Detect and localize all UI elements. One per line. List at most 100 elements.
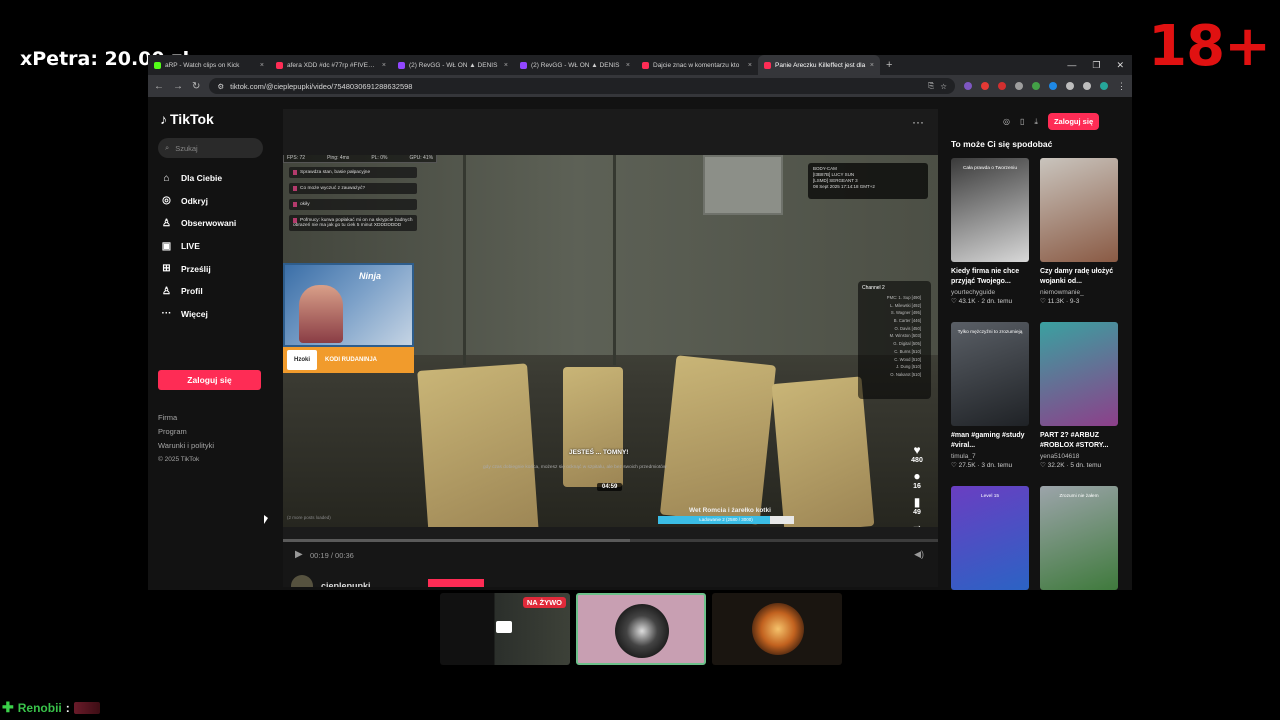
browser-tab[interactable]: Panie Areczku Killeffect jest dla × <box>758 55 880 75</box>
new-tab-button[interactable]: + <box>886 59 892 71</box>
recommended-video-card[interactable]: Zrozumi nie żałem <box>1040 486 1118 590</box>
save-button[interactable]: ▮ 49 <box>913 495 921 516</box>
browser-tab[interactable]: (2) RevGG - WŁ ON ▲ DENIS × <box>392 55 514 75</box>
tiktok-favicon-icon <box>764 61 771 69</box>
extension-icon[interactable] <box>964 82 972 90</box>
video-author[interactable]: yourtechyguide <box>951 289 1029 296</box>
scene-thumbnail-fire[interactable] <box>712 593 842 665</box>
url-text[interactable]: tiktok.com/@cieplepupki/video/7548030691… <box>230 82 922 91</box>
sidebar-item-profil[interactable]: ♙ Profil <box>160 280 236 303</box>
video-thumbnail[interactable]: Zrozumi nie żałem <box>1040 486 1118 590</box>
browser-tab[interactable]: aRP - Watch clips on Kick × <box>148 55 270 75</box>
author-avatar[interactable] <box>291 575 313 587</box>
avatar <box>615 604 669 658</box>
sidebar-item-obserwowani[interactable]: ♙ Obserwowani <box>160 212 236 235</box>
recommended-video-card[interactable]: Cała prawda o Tworzeniu Kiedy firma nie c… <box>951 158 1029 322</box>
video-thumbnail[interactable]: Tylko mężczyźni to zrozumieją <box>951 322 1029 426</box>
video-author[interactable]: timula_7 <box>951 453 1029 460</box>
site-info-icon[interactable]: ⚙ <box>217 82 224 91</box>
search-input[interactable]: ⌕ Szukaj <box>158 138 263 158</box>
sidebar-item-więcej[interactable]: ··· Więcej <box>160 303 236 326</box>
follow-button[interactable] <box>428 579 484 587</box>
close-tab-icon[interactable]: × <box>870 62 874 69</box>
radio-row: O. Nakarot [510] <box>890 371 921 377</box>
compass-icon[interactable]: ◎ <box>1003 117 1010 126</box>
footer-link[interactable]: Firma <box>158 411 214 425</box>
footer-link[interactable]: Warunki i polityki <box>158 439 214 453</box>
more-icon: ··· <box>161 308 172 320</box>
close-tab-icon[interactable]: × <box>382 62 386 69</box>
puzzle-icon[interactable] <box>1066 82 1074 90</box>
play-icon[interactable]: ▶ <box>295 549 303 560</box>
video-thumbnail[interactable] <box>1040 322 1118 426</box>
profile-avatar[interactable] <box>1100 82 1108 90</box>
video-author[interactable]: yena5104618 <box>1040 453 1118 460</box>
tiktok-logo[interactable]: ♪ TikTok <box>160 111 214 127</box>
playback-time: 00:19 / 00:36 <box>310 551 354 560</box>
browser-tab[interactable]: (2) RevGG - WŁ ON ▲ DENIS × <box>514 55 636 75</box>
video-title[interactable]: PART 2? #ARBUZ #ROBLOX #STORY... <box>1040 431 1118 451</box>
browser-tab[interactable]: Dajcie znac w komentarzu kto × <box>636 55 758 75</box>
video-thumbnail[interactable]: Cała prawda o Tworzeniu <box>951 158 1029 262</box>
like-button[interactable]: ♥ 480 <box>911 443 923 464</box>
extension-icon[interactable] <box>998 82 1006 90</box>
restore-icon[interactable]: ❐ <box>1092 60 1100 71</box>
video-title[interactable]: Kiedy firma nie chce przyjąć Twojego... <box>951 267 1029 287</box>
sidebar-item-live[interactable]: ▣ LIVE <box>160 235 236 258</box>
more-options-icon[interactable]: ··· <box>912 115 924 129</box>
browser-menu-icon[interactable]: ⋮ <box>1117 81 1126 92</box>
minimize-icon[interactable]: — <box>1067 60 1076 70</box>
comment-button[interactable]: ● 16 <box>913 469 921 490</box>
address-bar[interactable]: ⚙ tiktok.com/@cieplepupki/video/75480306… <box>209 78 955 94</box>
sidebar-item-label: Dla Ciebie <box>181 173 223 184</box>
footer-link[interactable]: Program <box>158 425 214 439</box>
install-icon[interactable]: ⎘ <box>928 81 934 91</box>
browser-tab[interactable]: afera XDD #dc #77rp #FIVEM # × <box>270 55 392 75</box>
close-tab-icon[interactable]: × <box>260 62 264 69</box>
recommended-video-card[interactable]: Czy damy radę ułożyć wojanki od... niemow… <box>1040 158 1118 322</box>
login-button[interactable]: Zaloguj się <box>158 370 261 390</box>
recommended-video-card[interactable]: Tylko mężczyźni to zrozumieją #man #gamin… <box>951 322 1029 486</box>
video-frame[interactable]: FPS: 72 Ping: 4ms PL: 0% GPU: 41% Sprawdza … <box>283 155 938 527</box>
forward-icon[interactable]: → <box>173 81 183 92</box>
seek-bar[interactable] <box>283 539 938 542</box>
video-player[interactable]: ··· FPS: 72 Ping: 4ms PL: 0% GPU: 41% Spraw… <box>283 109 938 587</box>
recommended-video-card[interactable]: PART 2? #ARBUZ #ROBLOX #STORY... yena5104… <box>1040 322 1118 486</box>
download-icon[interactable]: ⤓ <box>1034 117 1038 127</box>
video-thumbnail[interactable]: Level 15 <box>951 486 1029 590</box>
phone-icon[interactable]: ▯ <box>1020 117 1024 126</box>
video-author[interactable]: niemowmanie_ <box>1040 289 1118 296</box>
author-name[interactable]: cieplepupki <box>321 581 371 587</box>
back-icon[interactable]: ← <box>154 81 164 92</box>
bookmark-star-icon[interactable]: ☆ <box>940 82 947 91</box>
bodycam-line: 08 Sept 2025 17:14:18 GMT+2 <box>813 184 875 189</box>
recommended-video-card[interactable]: Level 15 <box>951 486 1029 590</box>
scene-thumbnail-avatar[interactable] <box>576 593 706 665</box>
shield-icon[interactable] <box>1032 82 1040 90</box>
translate-icon[interactable] <box>1049 82 1057 90</box>
close-tab-icon[interactable]: × <box>504 62 508 69</box>
close-tab-icon[interactable]: × <box>626 62 630 69</box>
reload-icon[interactable]: ↻ <box>192 81 200 92</box>
scene-wall-seam <box>463 155 466 365</box>
extension-icon[interactable] <box>981 82 989 90</box>
video-title[interactable]: #man #gaming #study #viral... <box>951 431 1029 451</box>
video-title[interactable]: Czy damy radę ułożyć wojanki od... <box>1040 267 1118 287</box>
login-top-button[interactable]: Zaloguj się <box>1047 113 1100 130</box>
sidebar-item-dla-ciebie[interactable]: ⌂ Dla Ciebie <box>160 167 236 190</box>
close-tab-icon[interactable]: × <box>748 62 752 69</box>
sidebar-item-odkryj[interactable]: ◎ Odkryj <box>160 190 236 213</box>
like-count: 480 <box>911 457 923 464</box>
author-info[interactable]: cieplepupki <box>291 575 371 587</box>
sponsor-text: KODI RUDANINJA <box>325 356 378 363</box>
sidebar-item-label: Odkryj <box>181 195 208 206</box>
extension-icon[interactable] <box>1015 82 1023 90</box>
close-window-icon[interactable]: ✕ <box>1116 60 1124 71</box>
video-thumbnail[interactable] <box>1040 158 1118 262</box>
media-icon[interactable] <box>1083 82 1091 90</box>
sidebar-item-prześlij[interactable]: ⊞ Prześlij <box>160 257 236 280</box>
share-button[interactable]: ➦ 19 <box>912 521 922 527</box>
radio-row: J. Dung [510] <box>896 364 921 370</box>
scene-thumbnail-screen[interactable]: NA ŻYWO <box>440 593 570 665</box>
volume-icon[interactable]: ◀) <box>914 549 924 560</box>
